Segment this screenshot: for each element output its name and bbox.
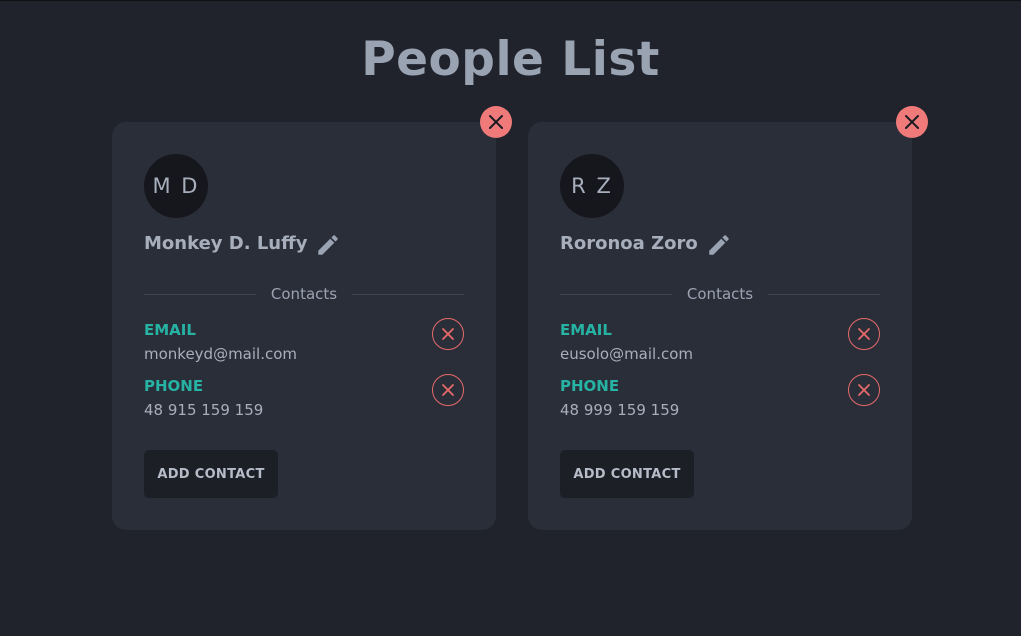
contacts-divider: Contacts — [144, 284, 464, 304]
contact-type: EMAIL — [144, 321, 196, 339]
person-card: M D Monkey D. Luffy Contacts EMAIL monke… — [112, 106, 512, 530]
close-circle-icon — [858, 384, 870, 396]
remove-contact-button[interactable] — [848, 318, 880, 350]
close-circle-icon — [442, 384, 454, 396]
remove-contact-button[interactable] — [432, 374, 464, 406]
person-name: Monkey D. Luffy — [144, 233, 308, 254]
remove-contact-button[interactable] — [848, 374, 880, 406]
close-circle-icon — [858, 328, 870, 340]
person-card: R Z Roronoa Zoro Contacts EMAIL eusolo@m… — [528, 106, 928, 530]
contact-item: EMAIL eusolo@mail.com — [560, 318, 880, 368]
contact-value: monkeyd@mail.com — [144, 345, 298, 363]
divider-line-right — [768, 294, 880, 295]
pencil-icon[interactable] — [706, 232, 732, 258]
contact-type: PHONE — [144, 377, 204, 395]
add-contact-button[interactable]: ADD CONTACT — [144, 450, 278, 498]
pencil-icon[interactable] — [315, 232, 341, 258]
contact-type: PHONE — [560, 377, 620, 395]
avatar: R Z — [560, 154, 624, 218]
contact-item: EMAIL monkeyd@mail.com — [144, 318, 464, 368]
remove-contact-button[interactable] — [432, 318, 464, 350]
contact-type: EMAIL — [560, 321, 612, 339]
contact-value: 48 999 159 159 — [560, 401, 680, 419]
avatar: M D — [144, 154, 208, 218]
contact-value: eusolo@mail.com — [560, 345, 694, 363]
contact-value: 48 915 159 159 — [144, 401, 264, 419]
page-title: People List — [361, 32, 660, 87]
add-contact-button[interactable]: ADD CONTACT — [560, 450, 694, 498]
contact-item: PHONE 48 915 159 159 — [144, 374, 464, 424]
contacts-divider: Contacts — [560, 284, 880, 304]
close-circle-icon — [442, 328, 454, 340]
close-icon — [489, 115, 503, 129]
delete-person-button[interactable] — [896, 106, 928, 138]
divider-line-right — [352, 294, 464, 295]
person-name: Roronoa Zoro — [560, 233, 698, 254]
delete-person-button[interactable] — [480, 106, 512, 138]
close-icon — [905, 115, 919, 129]
contact-item: PHONE 48 999 159 159 — [560, 374, 880, 424]
